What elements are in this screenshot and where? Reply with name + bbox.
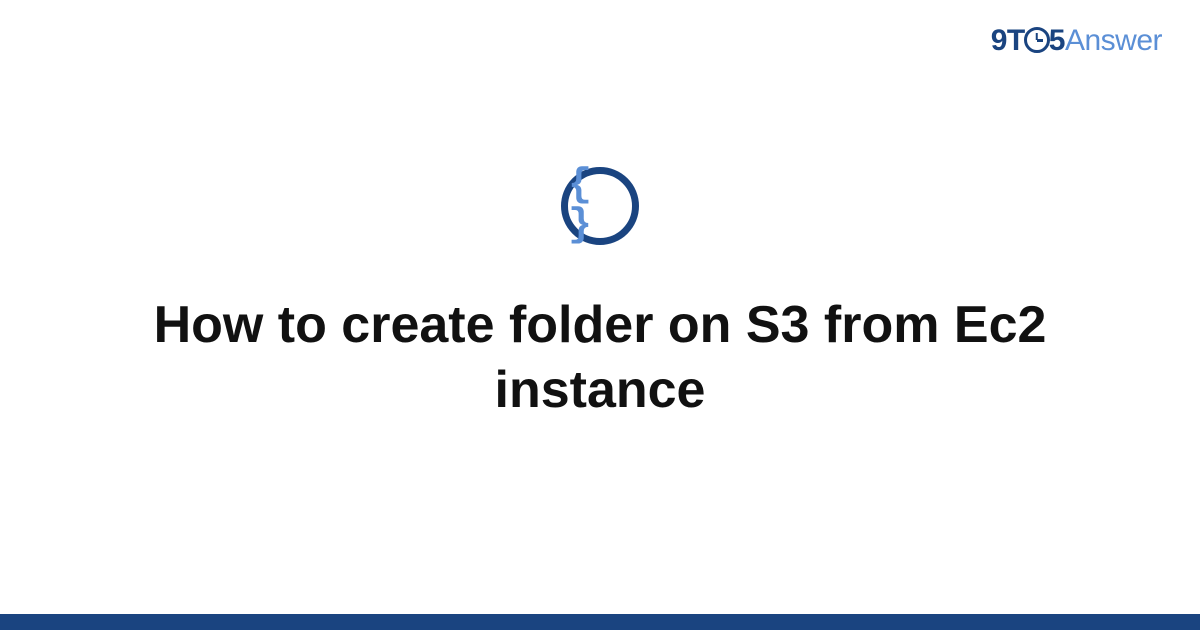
logo-text-answer: Answer [1065,24,1162,57]
main-content: { } How to create folder on S3 from Ec2 … [0,0,1200,630]
site-header: 9T 5Answer [991,24,1162,58]
site-logo[interactable]: 9T 5Answer [991,24,1162,58]
category-badge: { } [561,167,639,245]
code-braces-icon: { } [568,166,632,246]
logo-text-5: 5 [1049,24,1065,57]
footer-accent-bar [0,614,1200,630]
question-title: How to create folder on S3 from Ec2 inst… [120,293,1080,423]
clock-icon [1024,27,1050,53]
logo-text-9t: 9T [991,24,1025,57]
